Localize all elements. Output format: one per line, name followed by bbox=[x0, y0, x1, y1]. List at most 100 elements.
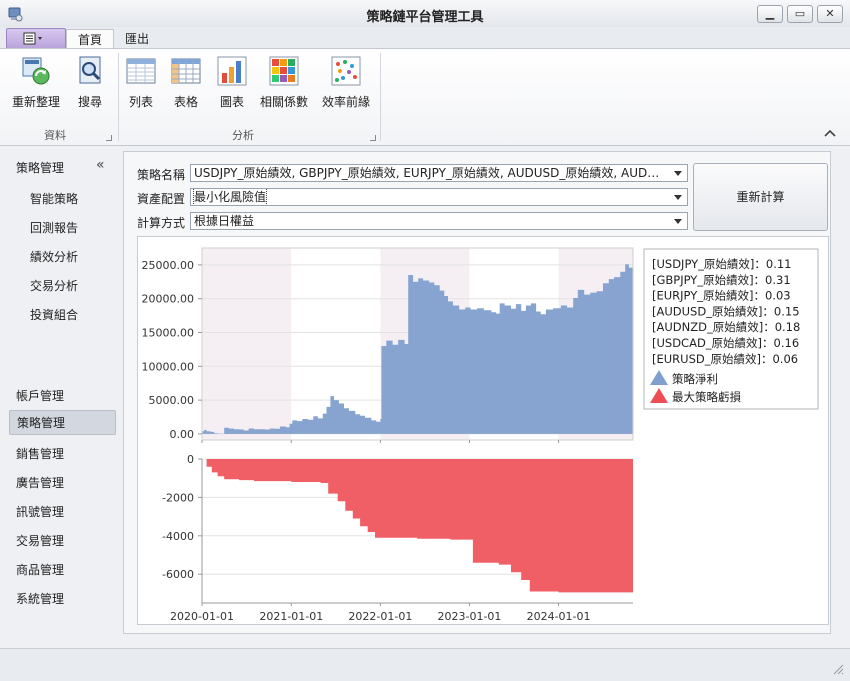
correlation-icon bbox=[269, 56, 299, 86]
list-button-label: 列表 bbox=[128, 95, 153, 109]
method-value: 根據日權益 bbox=[194, 214, 255, 228]
tab-home[interactable]: 首頁 bbox=[66, 29, 115, 50]
y-tick-label: -6000 bbox=[162, 568, 194, 581]
sidebar-item-product[interactable]: 商品管理 bbox=[16, 561, 64, 578]
sidebar-sub-item[interactable]: 回測報告 bbox=[30, 219, 78, 236]
allocation-select[interactable]: 最小化風險值 bbox=[190, 188, 688, 206]
maximize-button[interactable]: ▭ bbox=[787, 5, 813, 23]
sidebar-sub-item[interactable]: 智能策略 bbox=[30, 190, 78, 207]
menu-icon bbox=[23, 32, 42, 45]
legend-weight-item: [GBPJPY_原始績效]：0.31 bbox=[652, 273, 791, 287]
ribbon-tab-bar: 首頁 匯出 bbox=[0, 27, 850, 50]
y-tick-label: 0 bbox=[187, 453, 194, 466]
y-tick-label: 20000.00 bbox=[142, 293, 195, 306]
dropdown-arrow-icon bbox=[674, 195, 682, 200]
application-menu-button[interactable] bbox=[6, 28, 66, 49]
minimize-icon: ▁ bbox=[765, 7, 775, 20]
list-icon bbox=[126, 58, 156, 84]
maximize-icon: ▭ bbox=[794, 7, 806, 20]
x-tick-label: 2022-01-01 bbox=[348, 610, 412, 623]
chart-panel: 0 -2000 -4000 -6000 bbox=[162, 453, 633, 606]
portfolio-chart: 0.00 5000.00 10000.00 15000.00 20000.00 25000… bbox=[142, 247, 819, 623]
chart-button-label: 圖表 bbox=[219, 95, 244, 109]
ribbon-group-separator bbox=[118, 53, 119, 141]
sidebar-sub-item[interactable]: 績效分析 bbox=[30, 248, 78, 265]
y-tick-label: 0.00 bbox=[170, 428, 195, 441]
strategy-value: USDJPY_原始績效, GBPJPY_原始績效, EURJPY_原始績效, A… bbox=[194, 166, 664, 180]
x-tick-label: 2021-01-01 bbox=[259, 610, 323, 623]
legend-weight-item: [EURUSD_原始績效]：0.06 bbox=[652, 352, 798, 366]
close-button[interactable]: ✕ bbox=[817, 5, 843, 23]
legend-weight-item: [USDCAD_原始績效]：0.16 bbox=[652, 336, 799, 350]
refresh-icon bbox=[22, 57, 50, 85]
scatter-icon bbox=[331, 56, 361, 86]
strategy-label: 策略名稱 bbox=[137, 168, 186, 182]
chart-area: 0.00 5000.00 10000.00 15000.00 20000.00 25000… bbox=[137, 236, 829, 625]
correlation-button-label: 相關係數 bbox=[259, 95, 308, 109]
chart-panel: 0.00 5000.00 10000.00 15000.00 20000.00 25000… bbox=[142, 247, 634, 443]
y-tick-label: 15000.00 bbox=[142, 327, 195, 340]
efficient-frontier-button-label: 效率前緣 bbox=[321, 95, 370, 109]
resize-grip-icon[interactable] bbox=[832, 663, 844, 675]
y-tick-label: 5000.00 bbox=[149, 394, 195, 407]
status-bar bbox=[0, 648, 850, 681]
group-expand-analysis[interactable] bbox=[370, 135, 376, 141]
y-tick-label: 10000.00 bbox=[142, 360, 195, 373]
bar-chart-icon bbox=[217, 56, 247, 86]
ribbon: 重新整理 搜尋 資料 列表 表格 圖表 相關係數 效率前緣 分析 bbox=[0, 48, 850, 146]
window-title: 策略鏈平台管理工具 bbox=[366, 10, 484, 25]
table-button[interactable]: 表格 bbox=[168, 55, 204, 110]
y-tick-label: 25000.00 bbox=[142, 259, 195, 272]
group-expand-data[interactable] bbox=[106, 135, 112, 141]
year-band bbox=[202, 248, 292, 440]
legend-weight-item: [EURJPY_原始績效]：0.03 bbox=[652, 289, 791, 303]
refresh-button[interactable]: 重新整理 bbox=[12, 55, 60, 110]
legend-weight-item: [USDJPY_原始績效]：0.11 bbox=[652, 257, 792, 271]
title-bar: 策略鏈平台管理工具 ▁ ▭ ✕ bbox=[0, 0, 850, 28]
sidebar-header[interactable]: 策略管理 bbox=[16, 159, 64, 176]
tab-export[interactable]: 匯出 bbox=[114, 29, 160, 49]
list-button[interactable]: 列表 bbox=[123, 55, 159, 110]
group-label-analysis: 分析 bbox=[232, 129, 254, 142]
allocation-value: 最小化風險值 bbox=[192, 189, 268, 205]
legend-weight-item: [AUDNZD_原始績效]：0.18 bbox=[652, 320, 800, 334]
efficient-frontier-button[interactable]: 效率前緣 bbox=[320, 55, 372, 110]
method-select[interactable]: 根據日權益 bbox=[190, 212, 688, 230]
y-tick-label: -2000 bbox=[162, 491, 194, 504]
correlation-button[interactable]: 相關係數 bbox=[258, 55, 310, 110]
method-label: 計算方式 bbox=[137, 216, 186, 230]
close-icon: ✕ bbox=[825, 7, 835, 20]
sidebar-item-account[interactable]: 帳戶管理 bbox=[16, 387, 64, 404]
search-button-label: 搜尋 bbox=[77, 95, 102, 109]
search-button[interactable]: 搜尋 bbox=[72, 55, 108, 110]
sidebar-sub-item[interactable]: 交易分析 bbox=[30, 277, 78, 294]
chart-button[interactable]: 圖表 bbox=[214, 55, 250, 110]
dropdown-arrow-icon bbox=[674, 219, 682, 224]
sidebar-item-signal[interactable]: 訊號管理 bbox=[16, 503, 64, 520]
recalculate-button[interactable]: 重新計算 bbox=[693, 163, 828, 231]
sidebar-item-strategy[interactable]: 策略管理 bbox=[9, 410, 116, 435]
x-tick-label: 2020-01-01 bbox=[170, 610, 234, 623]
legend-weight-item: [AUDUSD_原始績效]：0.15 bbox=[652, 304, 800, 318]
ribbon-group-separator bbox=[380, 53, 381, 141]
collapse-ribbon-icon[interactable] bbox=[824, 129, 836, 139]
sidebar-item-sales[interactable]: 銷售管理 bbox=[16, 445, 64, 462]
sidebar-item-trade[interactable]: 交易管理 bbox=[16, 532, 64, 549]
x-tick-label: 2024-01-01 bbox=[527, 610, 591, 623]
sidebar: 策略管理 « 智能策略 回測報告 績效分析 交易分析 投資組合 帳戶管理 策略管… bbox=[0, 145, 120, 645]
minimize-button[interactable]: ▁ bbox=[757, 5, 783, 23]
sidebar-sub-item[interactable]: 投資組合 bbox=[30, 306, 78, 323]
sidebar-item-system[interactable]: 系統管理 bbox=[16, 590, 64, 607]
sidebar-item-ads[interactable]: 廣告管理 bbox=[16, 474, 64, 491]
refresh-button-label: 重新整理 bbox=[12, 95, 61, 109]
collapse-sidebar-icon[interactable]: « bbox=[96, 157, 105, 173]
dropdown-arrow-icon bbox=[674, 171, 682, 176]
table-button-label: 表格 bbox=[173, 95, 198, 109]
strategy-select[interactable]: USDJPY_原始績效, GBPJPY_原始績效, EURJPY_原始績效, A… bbox=[190, 164, 688, 182]
allocation-label: 資產配置 bbox=[137, 192, 186, 206]
y-tick-label: -4000 bbox=[162, 530, 194, 543]
search-icon bbox=[79, 56, 101, 84]
chart-legend: [USDJPY_原始績效]：0.11 [GBPJPY_原始績效]：0.31 [EUR… bbox=[643, 248, 819, 410]
table-icon bbox=[171, 58, 201, 84]
legend-series-label: 策略淨利 bbox=[672, 372, 718, 386]
